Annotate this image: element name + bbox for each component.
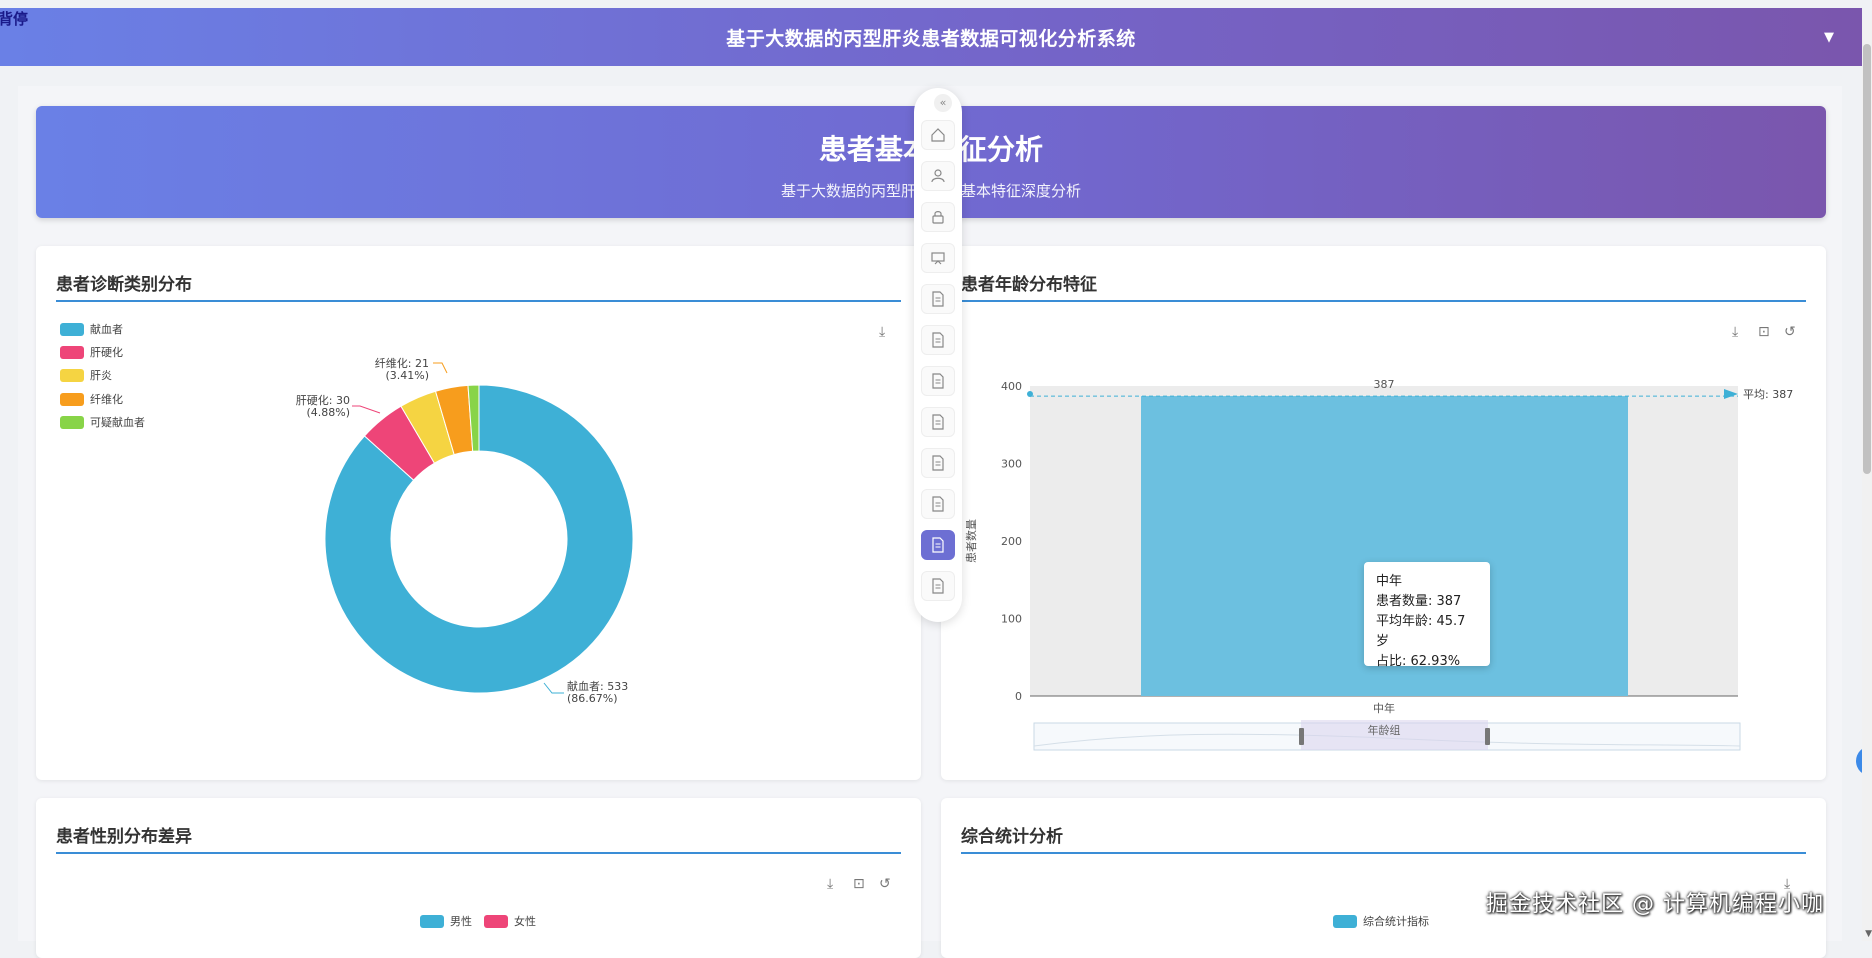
document-icon <box>932 496 944 512</box>
slice-label-pct: (3.41%) <box>385 369 429 382</box>
title-divider <box>56 852 901 854</box>
diagnosis-donut-chart: 献血者: 533 (86.67%) 肝硬化: 30 (4.88%) 纤维化: 2… <box>296 356 634 705</box>
legend-item[interactable]: 女性 <box>484 913 536 929</box>
nav-item-3[interactable] <box>921 202 955 232</box>
slice-label-text: 献血者: 533 <box>567 679 628 693</box>
slice-label-text: 肝硬化: 30 <box>296 393 350 407</box>
overall-card: 综合统计分析 ⤓ 综合统计指标 <box>941 798 1826 958</box>
nav-item-7[interactable] <box>921 366 955 396</box>
y-tick-label: 400 <box>1001 380 1022 393</box>
document-icon <box>932 578 944 594</box>
lock-icon <box>932 211 944 224</box>
donut-label-cirrhosis: 肝硬化: 30 (4.88%) <box>296 393 381 419</box>
document-icon <box>932 537 944 553</box>
slice-label-text: 纤维化: 21 <box>375 356 429 370</box>
restore-icon[interactable]: ↺ <box>879 876 891 892</box>
gender-card: 患者性别分布差异 ⤓ ⊡ ↺ 男性 女性 <box>36 798 921 958</box>
legend-swatch <box>420 914 444 928</box>
download-icon[interactable]: ⤓ <box>827 876 833 892</box>
card-title: 综合统计分析 <box>961 827 1063 847</box>
slice-label-pct: (86.67%) <box>567 692 618 705</box>
presentation-icon <box>931 252 945 265</box>
y-tick-label: 200 <box>1001 535 1022 548</box>
y-tick-label: 0 <box>1015 690 1022 703</box>
nav-item-4[interactable] <box>921 243 955 273</box>
scroll-down-icon[interactable]: ▼ <box>1865 929 1872 939</box>
user-icon <box>931 169 945 183</box>
mark-line-start <box>1027 391 1033 397</box>
collapse-icon[interactable]: « <box>934 94 952 112</box>
app-title: 基于大数据的丙型肝炎患者数据可视化分析系统 <box>726 27 1136 50</box>
nav-item-2[interactable] <box>921 161 955 191</box>
nav-item-11[interactable] <box>921 530 955 560</box>
app-header: 基于大数据的丙型肝炎患者数据可视化分析系统 ▼ <box>0 8 1862 66</box>
tooltip-count: 患者数量: 387 <box>1376 594 1462 609</box>
bar-value-label: 387 <box>1374 378 1395 391</box>
floating-nav: « <box>914 88 962 622</box>
document-icon <box>932 332 944 348</box>
x-axis-label: 年龄组 <box>1368 723 1401 737</box>
page-scrollbar[interactable]: ▼ <box>1862 20 1872 941</box>
document-icon <box>932 373 944 389</box>
donut-label-fibrosis: 纤维化: 21 (3.41%) <box>375 356 448 382</box>
age-card: 患者年龄分布特征 ⤓ ⊡ ↺ 0 100 200 300 400 387 平均: 387… <box>941 246 1826 780</box>
header-dropdown-icon[interactable]: ▼ <box>1824 30 1834 45</box>
donut-label-blood-donor: 献血者: 533 (86.67%) <box>543 679 628 705</box>
nav-item-6[interactable] <box>921 325 955 355</box>
home-icon <box>931 128 945 142</box>
zoom-handle-right <box>1485 728 1490 745</box>
tooltip-ratio: 占比: 62.93% <box>1376 654 1461 669</box>
legend-item[interactable]: 男性 <box>420 913 472 929</box>
nav-item-8[interactable] <box>921 407 955 437</box>
document-icon <box>932 291 944 307</box>
document-icon <box>932 414 944 430</box>
nav-item-9[interactable] <box>921 448 955 478</box>
legend-label: 综合统计指标 <box>1363 915 1429 928</box>
zoom-handle-left <box>1299 728 1304 745</box>
x-tick-label: 中年 <box>1373 701 1395 715</box>
legend-item[interactable]: 综合统计指标 <box>1333 913 1429 929</box>
data-zoom-slider[interactable]: 年龄组 <box>1033 720 1741 751</box>
chart-tooltip: 中年 患者数量: 387 平均年龄: 45.7岁 占比: 62.93% <box>1364 562 1490 669</box>
nav-item-12[interactable] <box>921 571 955 601</box>
tooltip-title: 中年 <box>1376 574 1403 589</box>
document-icon <box>932 455 944 471</box>
legend-label: 女性 <box>514 915 536 928</box>
diagnosis-card: 患者诊断类别分布 ⤓ 献血者 肝硬化 肝炎 纤维化 可疑献血者 献血者: 533… <box>36 246 921 780</box>
watermark: 掘金技术社区 @ 计算机编程小咖 <box>1486 892 1824 917</box>
corner-label: 背停 <box>0 10 29 28</box>
legend-swatch <box>484 914 508 928</box>
y-tick-label: 100 <box>1001 613 1022 626</box>
nav-item-5[interactable] <box>921 284 955 314</box>
scrollbar-thumb[interactable] <box>1863 44 1871 474</box>
nav-item-10[interactable] <box>921 489 955 519</box>
mark-line-label: 平均: 387 <box>1743 388 1793 401</box>
legend-swatch <box>1333 914 1357 928</box>
tooltip-avg-age: 平均年龄: 45.7岁 <box>1376 614 1466 649</box>
y-tick-label: 300 <box>1001 458 1022 471</box>
data-zoom-icon[interactable]: ⊡ <box>853 876 865 892</box>
card-title: 患者性别分布差异 <box>56 827 192 847</box>
slice-label-pct: (4.88%) <box>306 406 350 419</box>
age-bar-chart: 0 100 200 300 400 387 平均: 387 中年 患者数量 年龄组 <box>965 378 1793 751</box>
y-axis-label: 患者数量 <box>965 519 978 563</box>
title-divider <box>961 852 1806 854</box>
legend-label: 男性 <box>450 915 472 928</box>
nav-item-1[interactable] <box>921 120 955 150</box>
